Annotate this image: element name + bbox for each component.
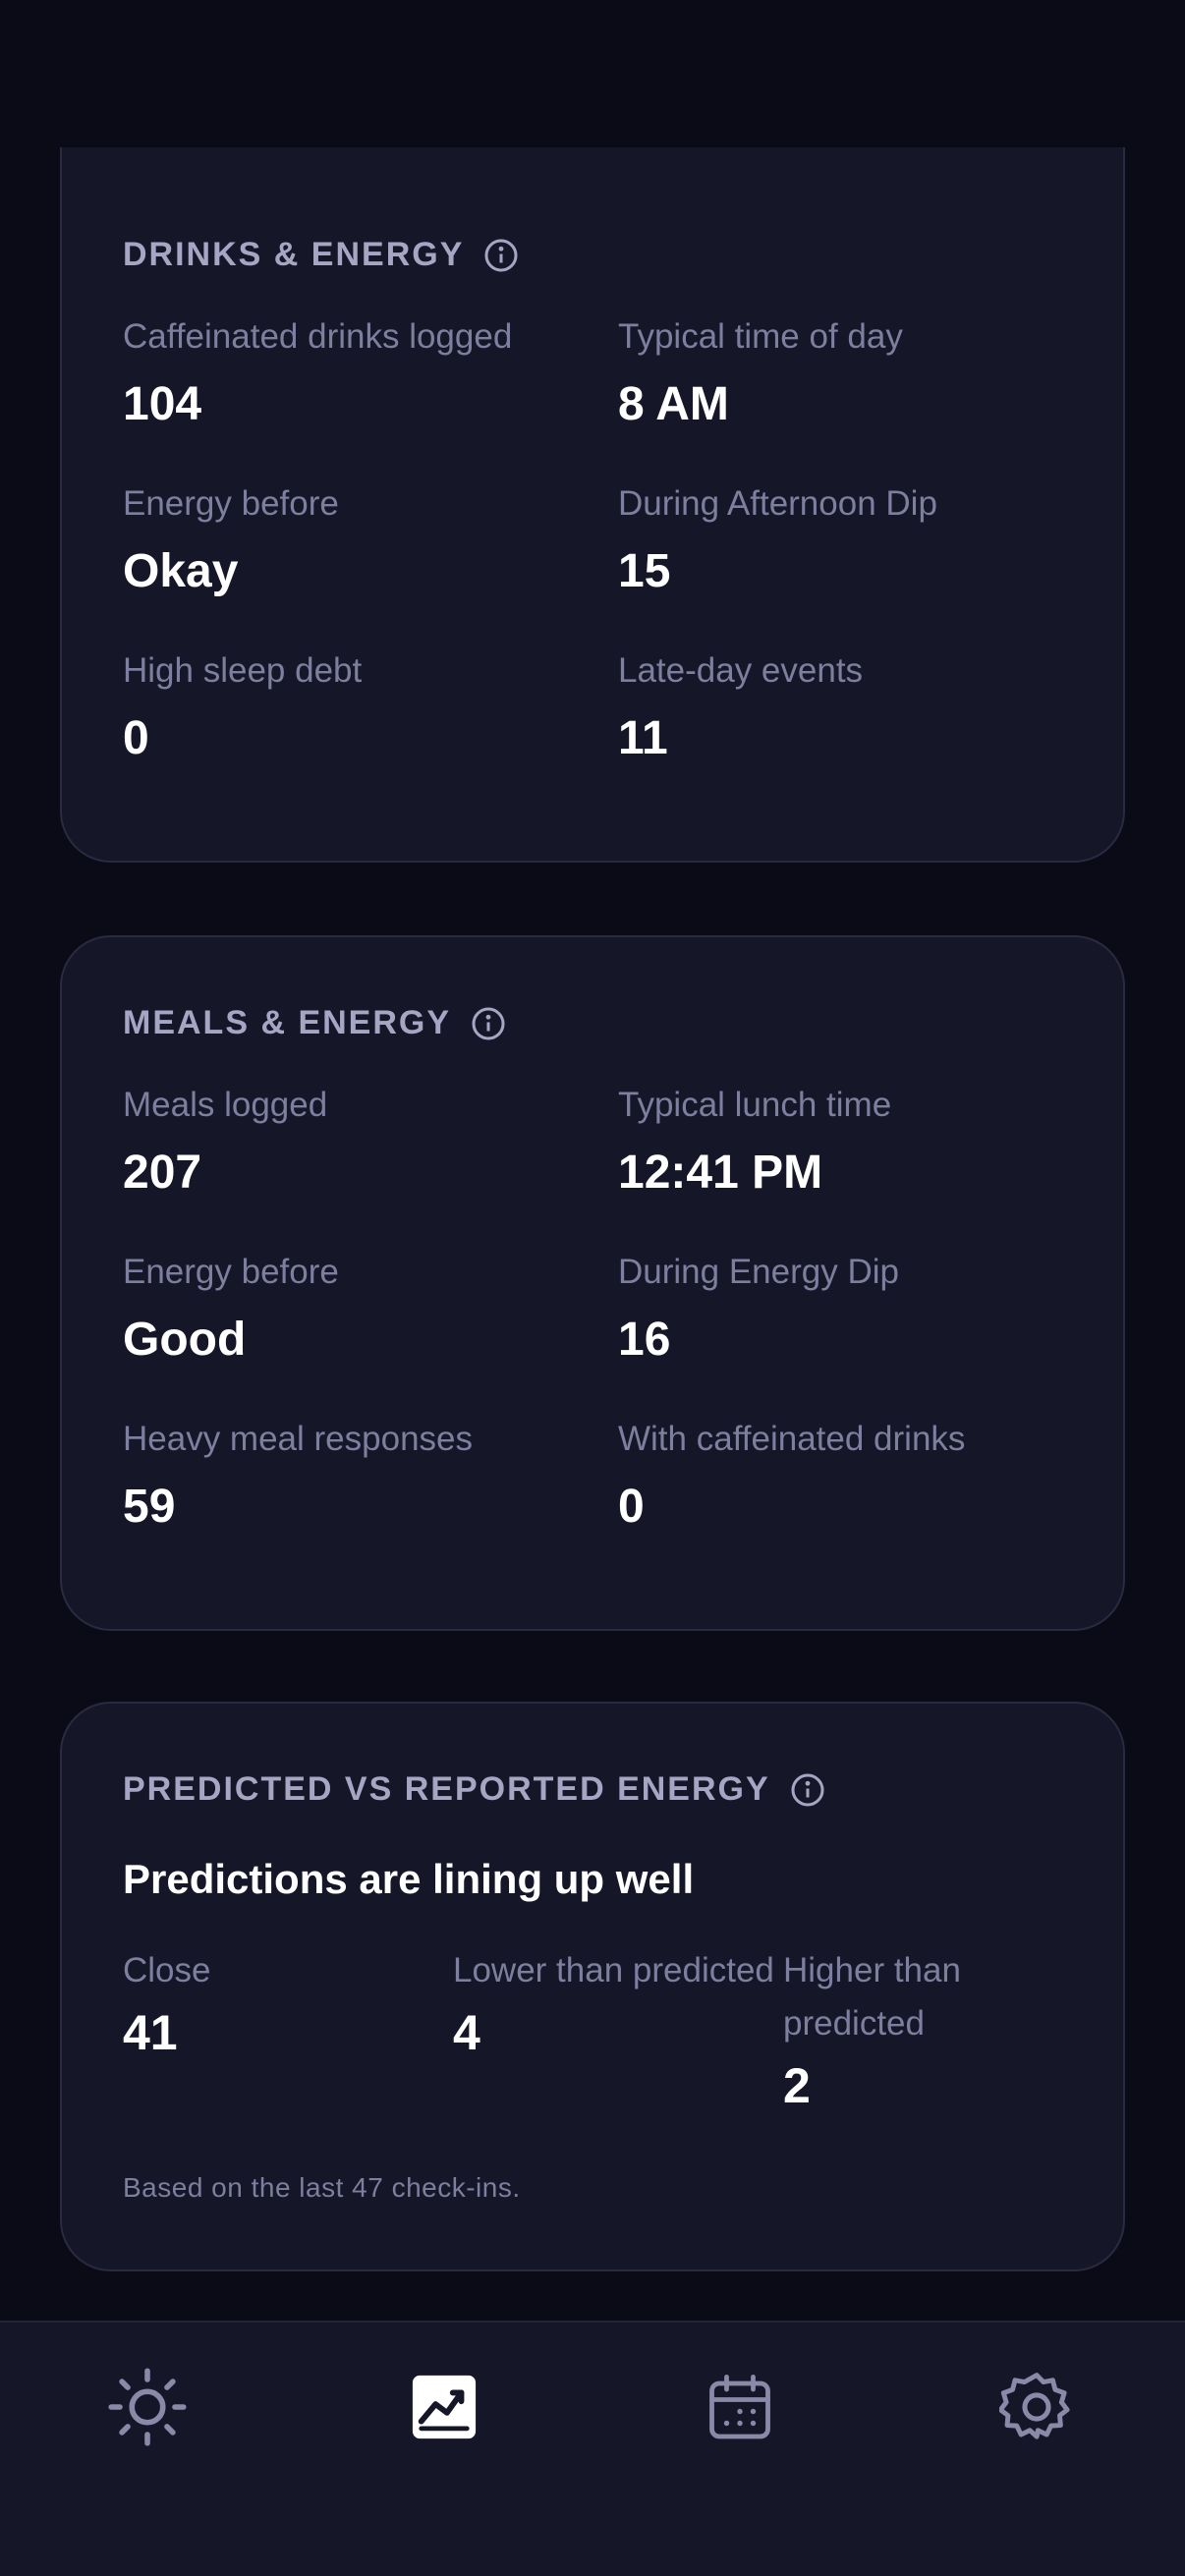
- nav-today[interactable]: [98, 2360, 197, 2458]
- card-header: MEALS & ENERGY: [123, 1004, 1062, 1042]
- stat-value: 12:41 PM: [618, 1147, 823, 1199]
- calendar-icon: [705, 2372, 775, 2447]
- stat-item: Meals logged 207: [123, 1086, 618, 1202]
- stat-item: With caffeinated drinks 0: [618, 1420, 1070, 1536]
- meals-energy-card: MEALS & ENERGY Meals logged 207 Typical l…: [60, 935, 1125, 1631]
- stat-value: 104: [123, 378, 202, 430]
- stat-grid: Meals logged 207 Typical lunch time 12:41 …: [123, 1086, 1062, 1536]
- stat-item: Energy before Good: [123, 1253, 618, 1369]
- stat-value: Good: [123, 1314, 247, 1366]
- prediction-card: PREDICTED VS REPORTED ENERGY Predictions…: [60, 1702, 1125, 2271]
- chart-icon: [410, 2373, 479, 2446]
- sun-icon: [106, 2366, 189, 2453]
- card-title: DRINKS & ENERGY: [123, 236, 465, 273]
- stat-value: Okay: [123, 545, 239, 597]
- stat-label: Energy before: [123, 484, 339, 523]
- stat-item: Late-day events 11: [618, 651, 1070, 767]
- stat-label: High sleep debt: [123, 651, 363, 690]
- stat-item: Energy before Okay: [123, 484, 618, 600]
- stat-label: During Energy Dip: [618, 1253, 899, 1291]
- stat-label: Typical time of day: [618, 317, 903, 356]
- prediction-footnote: Based on the last 47 check-ins.: [123, 2172, 521, 2203]
- stat-label: With caffeinated drinks: [618, 1420, 966, 1458]
- stat-item: During Afternoon Dip 15: [618, 484, 1070, 600]
- insights-screen: DRINKS & ENERGY Caffeinated drinks logge…: [0, 0, 1185, 2576]
- prediction-stat: Lower than predicted 4: [453, 1944, 783, 2115]
- stat-item: Heavy meal responses 59: [123, 1420, 618, 1536]
- stat-item: During Energy Dip 16: [618, 1253, 1070, 1369]
- stat-label: Heavy meal responses: [123, 1420, 473, 1458]
- stat-value: 16: [618, 1314, 671, 1366]
- stat-value: 4: [453, 2005, 480, 2060]
- stat-grid: Caffeinated drinks logged 104 Typical tim…: [123, 317, 1062, 767]
- stat-label: During Afternoon Dip: [618, 484, 937, 523]
- stat-label: Typical lunch time: [618, 1086, 892, 1124]
- stat-value: 0: [123, 712, 149, 764]
- stat-item: High sleep debt 0: [123, 651, 618, 767]
- stat-value: 207: [123, 1147, 202, 1199]
- stat-item: Typical time of day 8 AM: [618, 317, 1070, 433]
- nav-insights[interactable]: [395, 2360, 493, 2458]
- drinks-energy-card: DRINKS & ENERGY Caffeinated drinks logge…: [60, 147, 1125, 863]
- card-title: PREDICTED VS REPORTED ENERGY: [123, 1770, 770, 1808]
- nav-settings[interactable]: [988, 2360, 1086, 2458]
- stat-label: Late-day events: [618, 651, 864, 690]
- stat-item: Caffeinated drinks logged 104: [123, 317, 618, 433]
- stat-value: 41: [123, 2005, 178, 2060]
- prediction-stat: Close 41: [123, 1944, 453, 2115]
- stat-item: Typical lunch time 12:41 PM: [618, 1086, 1070, 1202]
- card-header: DRINKS & ENERGY: [123, 236, 1062, 274]
- stat-label: Energy before: [123, 1253, 339, 1291]
- card-title: MEALS & ENERGY: [123, 1004, 452, 1041]
- stat-value: 59: [123, 1481, 176, 1533]
- card-header: PREDICTED VS REPORTED ENERGY: [123, 1770, 1062, 1809]
- stat-label: Close: [123, 1951, 211, 1989]
- stat-label: Caffeinated drinks logged: [123, 317, 513, 356]
- stat-value: 11: [618, 712, 668, 764]
- stat-label: Higher than predicted: [783, 1951, 961, 2043]
- prediction-stats: Close 41 Lower than predicted 4 Higher tha…: [123, 1944, 1062, 2115]
- bottom-nav: [0, 2321, 1185, 2576]
- info-icon[interactable]: [483, 238, 519, 273]
- prediction-headline: Predictions are lining up well: [123, 1856, 695, 1902]
- stat-label: Meals logged: [123, 1086, 328, 1124]
- info-icon[interactable]: [471, 1006, 506, 1041]
- gear-icon: [997, 2370, 1074, 2449]
- stat-value: 15: [618, 545, 671, 597]
- nav-calendar[interactable]: [691, 2360, 789, 2458]
- prediction-stat: Higher than predicted 2: [783, 1944, 1078, 2115]
- stat-value: 8 AM: [618, 378, 729, 430]
- info-icon[interactable]: [790, 1772, 825, 1808]
- stat-label: Lower than predicted: [453, 1951, 774, 1989]
- stat-value: 2: [783, 2058, 811, 2113]
- stat-value: 0: [618, 1481, 645, 1533]
